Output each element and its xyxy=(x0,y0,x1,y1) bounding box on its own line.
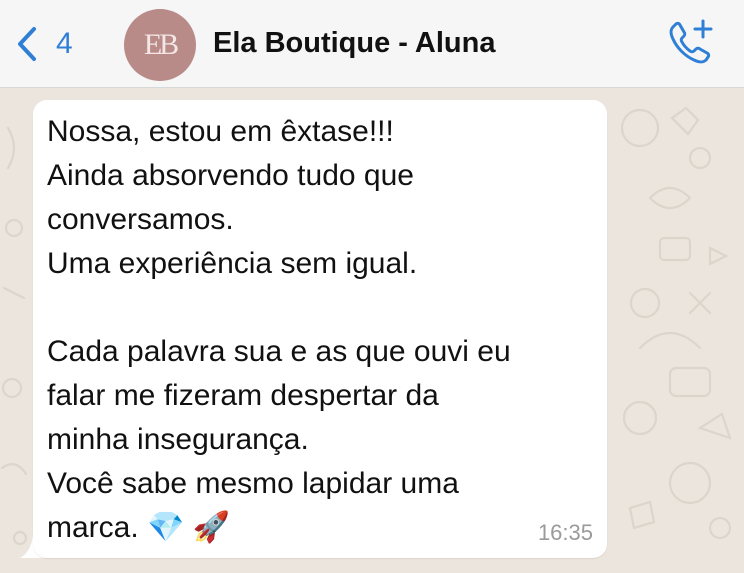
phone-add-icon xyxy=(669,19,713,64)
message-time: 16:35 xyxy=(537,520,593,545)
chevron-left-icon xyxy=(18,27,36,61)
message-bubble[interactable]: Nossa, estou em êxtase!!! Ainda absorven… xyxy=(33,100,607,558)
avatar[interactable]: EB xyxy=(124,9,196,81)
message-text: Nossa, estou em êxtase!!! Ainda absorven… xyxy=(47,115,511,544)
chat-header: 4 EB Ela Boutique - Aluna xyxy=(0,0,744,88)
back-button[interactable]: 4 xyxy=(12,24,73,64)
call-button[interactable] xyxy=(664,18,716,70)
avatar-initials: EB xyxy=(143,28,179,61)
contact-name[interactable]: Ela Boutique - Aluna xyxy=(213,27,495,60)
unread-count: 4 xyxy=(56,27,73,60)
